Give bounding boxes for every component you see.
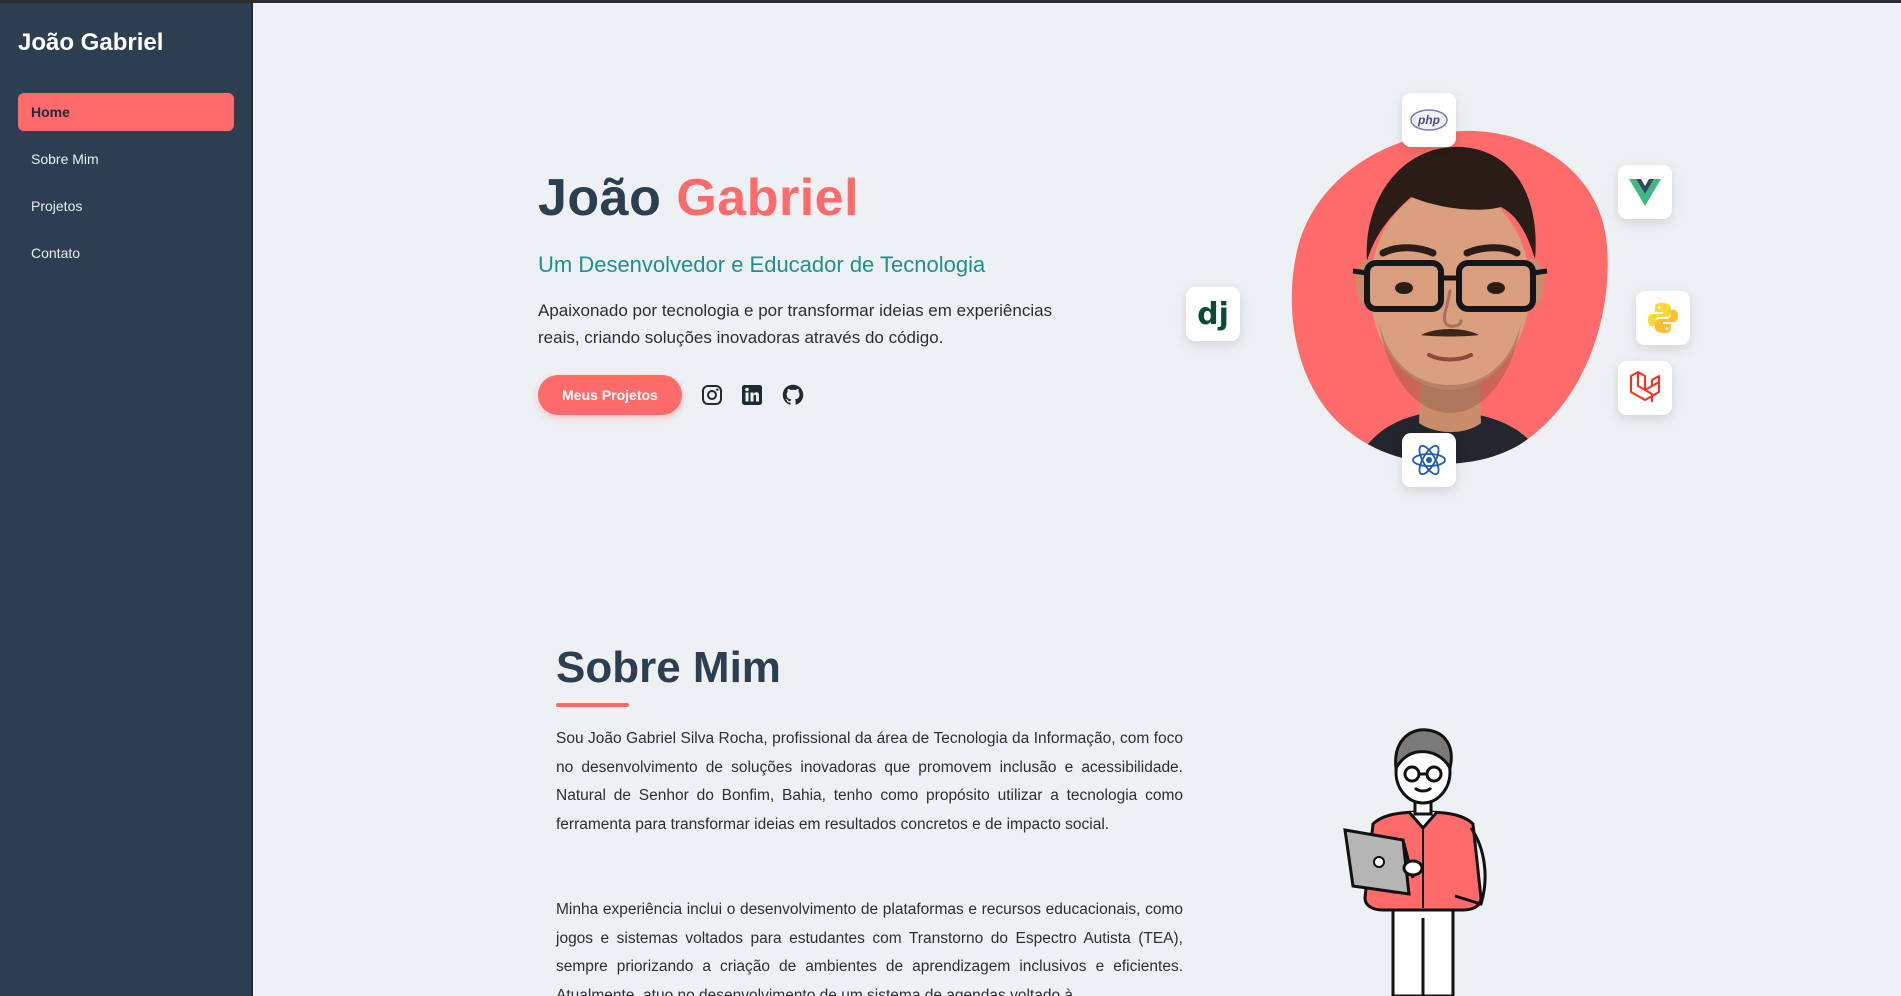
hero-description: Apaixonado por tecnologia e por transfor… bbox=[538, 301, 1053, 347]
python-icon bbox=[1636, 291, 1690, 345]
hero-last-name: Gabriel bbox=[676, 169, 860, 227]
nav-item-sobre-mim[interactable]: Sobre Mim bbox=[18, 140, 234, 178]
nav-item-projetos[interactable]: Projetos bbox=[18, 187, 234, 225]
sidebar-nav: Home Sobre Mim Projetos Contato bbox=[18, 93, 234, 281]
linkedin-icon[interactable] bbox=[740, 383, 764, 407]
hero-title: João Gabriel bbox=[538, 168, 859, 228]
meus-projetos-button[interactable]: Meus Projetos bbox=[538, 375, 682, 415]
main-content: João Gabriel Um Desenvolvedor e Educador… bbox=[253, 3, 1901, 996]
profile-photo bbox=[1291, 130, 1608, 464]
svg-text:php: php bbox=[1417, 113, 1440, 127]
vue-icon bbox=[1618, 165, 1672, 219]
github-icon[interactable] bbox=[781, 383, 805, 407]
instagram-icon[interactable] bbox=[700, 383, 724, 407]
nav-item-home[interactable]: Home bbox=[18, 93, 234, 131]
sidebar: João Gabriel Home Sobre Mim Projetos Con… bbox=[0, 3, 253, 996]
brand-name: João Gabriel bbox=[18, 29, 164, 56]
about-title-underline bbox=[556, 703, 629, 707]
laravel-icon bbox=[1618, 361, 1672, 415]
php-icon: php bbox=[1402, 93, 1456, 147]
about-paragraph-1: Sou João Gabriel Silva Rocha, profission… bbox=[556, 730, 1183, 833]
hero-first-name: João bbox=[538, 169, 662, 227]
browser-viewport: João Gabriel Home Sobre Mim Projetos Con… bbox=[0, 3, 1901, 996]
about-paragraph-2: Minha experiência inclui o desenvolvimen… bbox=[556, 901, 1183, 996]
hero-subtitle: Um Desenvolvedor e Educador de Tecnologi… bbox=[538, 252, 986, 277]
react-icon bbox=[1402, 433, 1456, 487]
about-title: Sobre Mim bbox=[556, 643, 781, 692]
svg-text:dj: dj bbox=[1197, 297, 1229, 332]
developer-illustration bbox=[1343, 728, 1487, 996]
nav-item-contato[interactable]: Contato bbox=[18, 234, 234, 272]
django-icon: dj bbox=[1186, 287, 1240, 341]
